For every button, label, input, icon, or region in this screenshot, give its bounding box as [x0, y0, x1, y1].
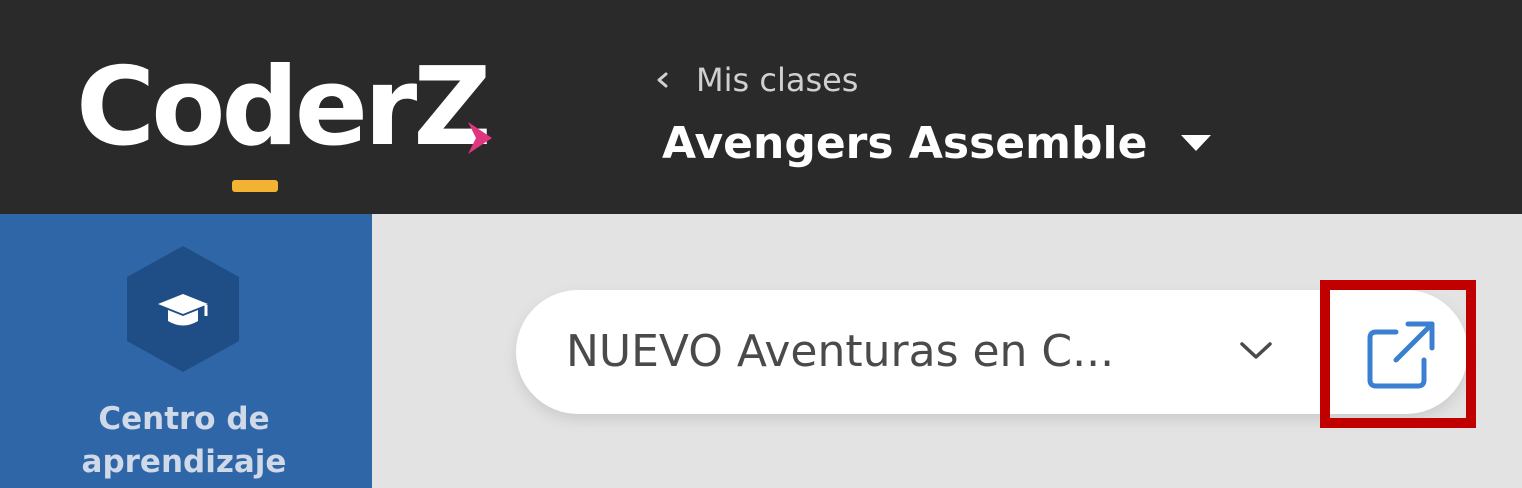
logo-underline-accent [232, 180, 278, 192]
logo-text: CoderZ [76, 45, 492, 170]
learning-center-hex-button[interactable] [124, 244, 242, 374]
external-link-icon [1367, 321, 1435, 389]
chevron-down-icon [1240, 342, 1272, 359]
coderz-logo[interactable]: CoderZ [76, 45, 506, 192]
chevron-left-icon [657, 72, 668, 88]
logo-chevron-icon [468, 122, 492, 154]
top-bar: CoderZ Mis clases Avengers Assemble [0, 0, 1522, 214]
class-name: Avengers Assemble [662, 117, 1148, 169]
class-selector-dropdown[interactable]: Avengers Assemble [662, 110, 1212, 176]
open-course-external-button[interactable] [1320, 280, 1476, 428]
selected-course: NUEVO Aventuras en C... [566, 326, 1115, 377]
back-to-my-classes-link[interactable]: Mis clases [654, 58, 858, 102]
sidebar-item-learning-center-label[interactable]: Centro de aprendizaje [40, 398, 328, 484]
caret-down-icon [1181, 135, 1212, 151]
back-label: Mis clases [696, 61, 859, 99]
